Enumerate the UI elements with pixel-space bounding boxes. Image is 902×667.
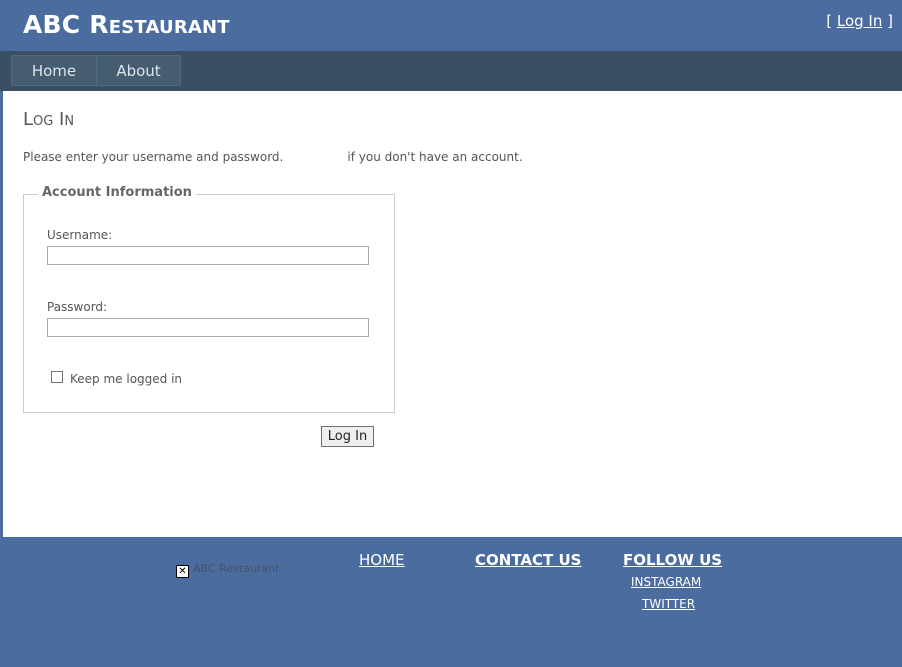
fieldset-legend: Account Information <box>38 185 196 200</box>
keep-logged-in-label[interactable]: Keep me logged in <box>70 372 182 386</box>
footer-logo: ✕ ABC Restaurant <box>176 562 279 578</box>
site-footer: ✕ ABC Restaurant HOME CONTACT US FOLLOW U… <box>0 537 902 667</box>
bracket-open: [ <box>826 12 833 30</box>
footer-link-home[interactable]: HOME <box>359 551 405 569</box>
site-header: ABC Restaurant [ Log In ] <box>0 0 902 51</box>
nav-item-about[interactable]: About <box>96 55 181 86</box>
footer-logo-alt: ABC Restaurant <box>193 562 280 575</box>
account-information-fieldset: Account Information Username: Password: … <box>23 185 395 413</box>
login-display: [ Log In ] <box>826 12 893 30</box>
intro-end: if you don't have an account. <box>347 150 523 164</box>
login-submit-button[interactable]: Log In <box>321 426 374 447</box>
broken-image-icon: ✕ <box>176 565 189 578</box>
intro-text: Please enter your username and password.… <box>23 150 523 164</box>
footer-link-contact[interactable]: CONTACT US <box>475 551 581 569</box>
username-input[interactable] <box>47 246 369 265</box>
header-login-link[interactable]: Log In <box>837 12 883 30</box>
username-label: Username: <box>47 228 113 242</box>
password-input[interactable] <box>47 318 369 337</box>
password-label: Password: <box>47 300 108 314</box>
site-title: ABC Restaurant <box>23 10 230 39</box>
footer-link-twitter[interactable]: TWITTER <box>642 597 695 611</box>
nav-item-home[interactable]: Home <box>11 55 97 86</box>
intro-start: Please enter your username and password. <box>23 150 284 164</box>
bracket-close: ] <box>887 12 893 30</box>
main-content: Log In Please enter your username and pa… <box>3 91 902 537</box>
footer-link-instagram[interactable]: INSTAGRAM <box>631 575 701 589</box>
keep-logged-in-checkbox[interactable] <box>51 371 63 383</box>
page-title: Log In <box>23 109 75 130</box>
footer-link-follow[interactable]: FOLLOW US <box>623 551 722 569</box>
main-navigation: Home About <box>0 51 902 91</box>
